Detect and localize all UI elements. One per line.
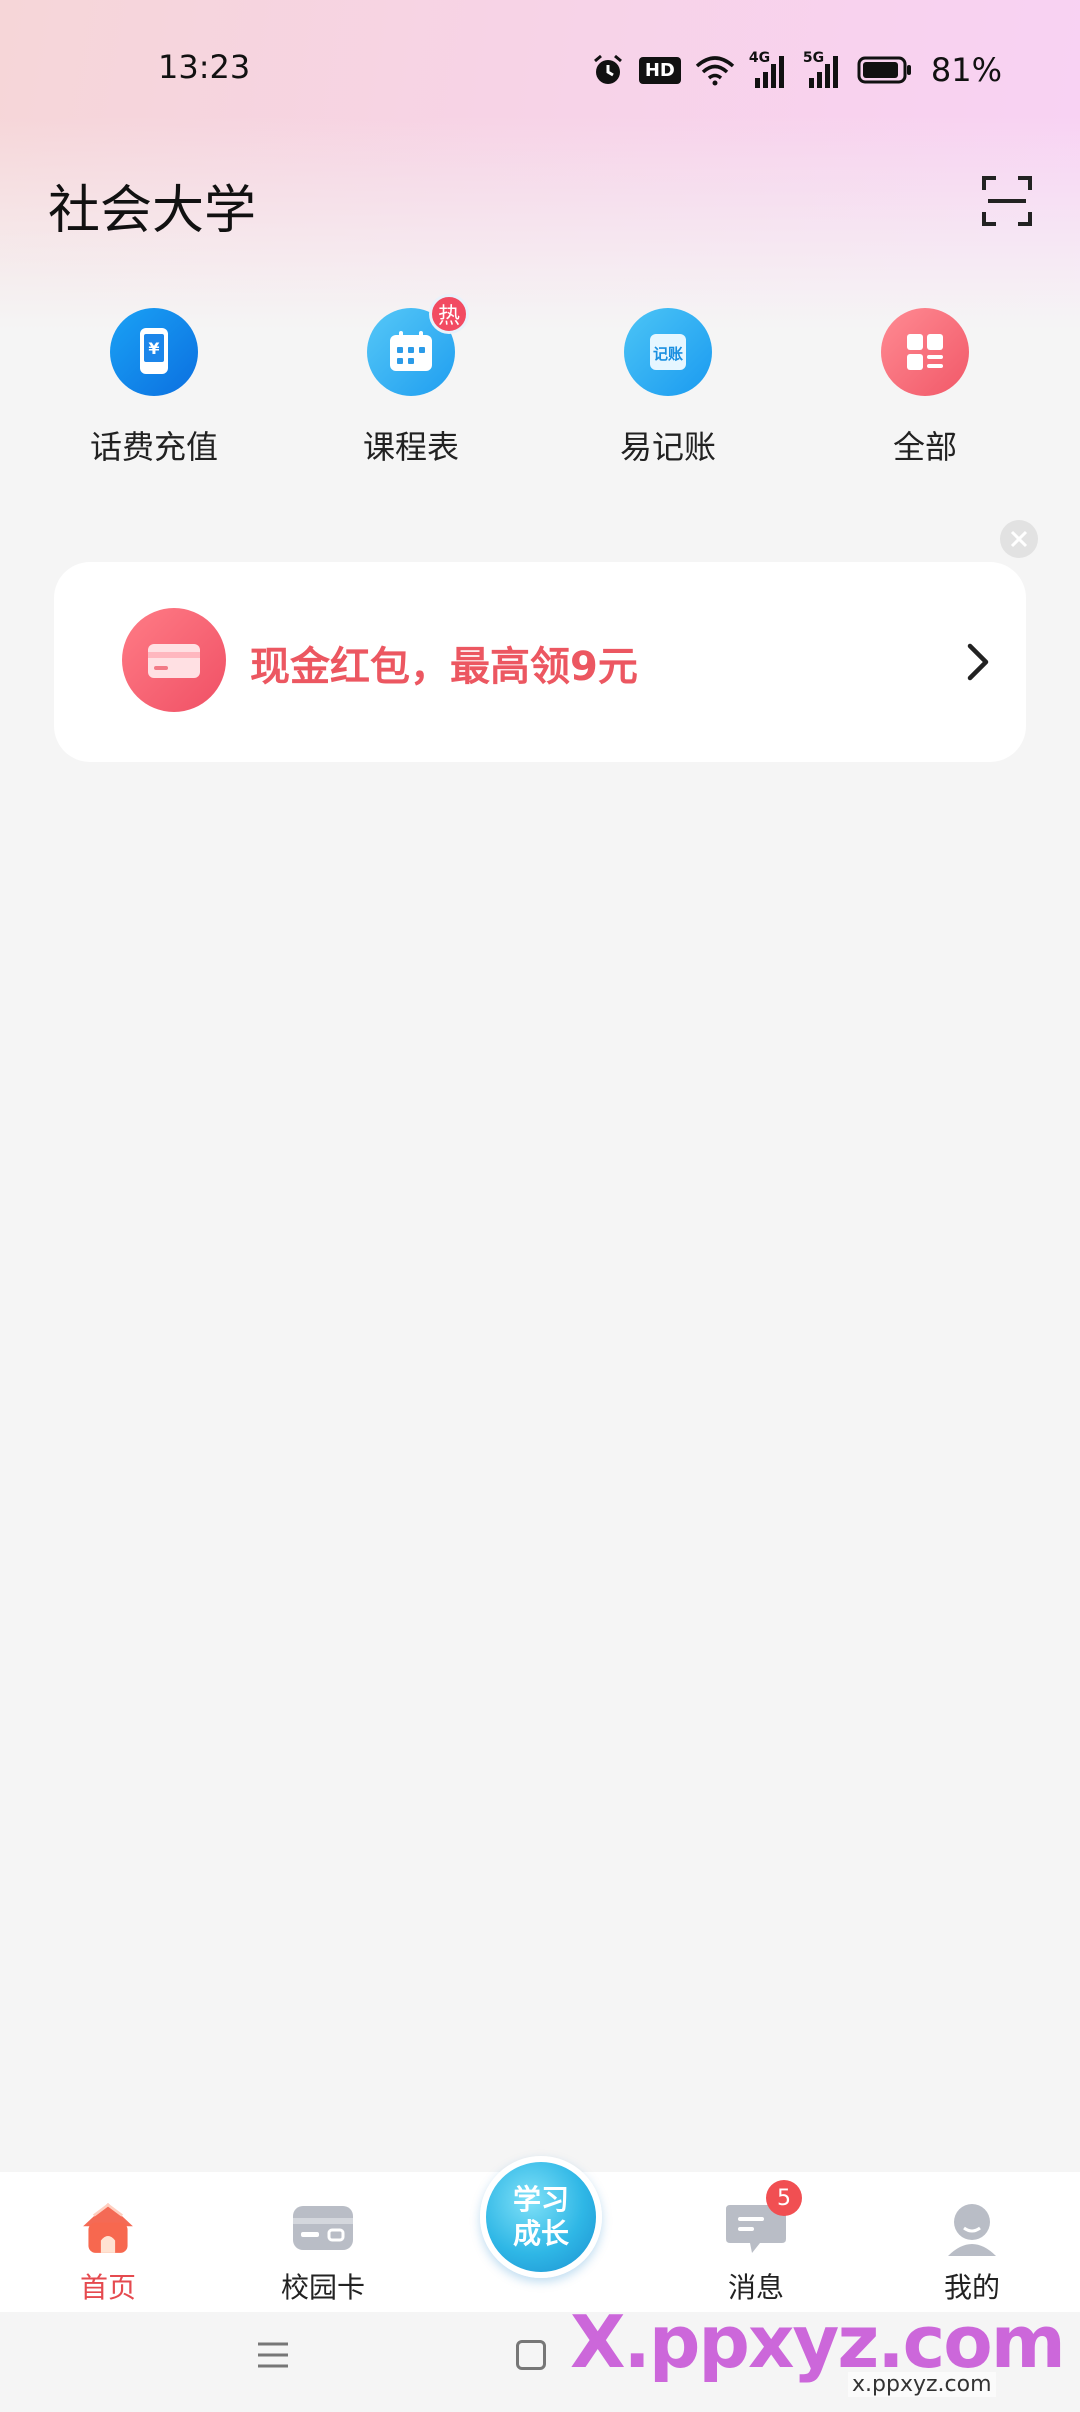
grid-icon xyxy=(881,308,969,396)
watermark-url: x.ppxyz.com xyxy=(848,2372,996,2397)
recent-apps-icon[interactable] xyxy=(256,2340,290,2370)
quick-action-label: 话费充值 xyxy=(89,428,218,466)
banner-text: 现金红包，最高领9元 xyxy=(250,644,638,690)
quick-action-label: 易记账 xyxy=(619,428,716,466)
calendar-icon: 热 xyxy=(367,294,469,396)
message-count-badge: 5 xyxy=(766,2180,802,2216)
phone-recharge-icon: ¥ xyxy=(110,308,198,396)
chevron-right-icon xyxy=(967,643,989,681)
page-title: 社会大学 xyxy=(48,181,257,241)
status-icons: HD 4G 5G 81% xyxy=(591,48,1002,92)
quick-action-label: 课程表 xyxy=(362,428,459,466)
nav-home[interactable]: 首页 xyxy=(28,2172,188,2312)
status-time: 13:23 xyxy=(158,48,251,86)
study-growth-button[interactable]: 学习 成长 xyxy=(480,2156,602,2278)
quick-action-recharge[interactable]: ¥ 话费充值 xyxy=(54,308,254,468)
nav-home-label: 首页 xyxy=(79,2271,136,2304)
cash-red-packet-banner[interactable]: 现金红包，最高领9元 xyxy=(54,562,1026,762)
nav-messages[interactable]: 5 消息 xyxy=(676,2172,836,2312)
quick-actions: ¥ 话费充值 热 课程表 记账 易记账 全部 xyxy=(0,294,1080,468)
signal-5g-icon: 5G xyxy=(803,50,843,90)
home-system-icon[interactable] xyxy=(516,2340,546,2370)
study-growth-line1: 学习 xyxy=(512,2183,569,2216)
battery-icon xyxy=(857,56,911,84)
hd-icon: HD xyxy=(638,56,681,84)
message-icon: 5 xyxy=(724,2180,802,2260)
quick-action-schedule[interactable]: 热 课程表 xyxy=(311,294,511,468)
red-packet-card-icon xyxy=(122,608,226,712)
hot-badge: 热 xyxy=(429,294,469,334)
wifi-icon xyxy=(695,56,735,86)
campus-card-icon xyxy=(291,2196,355,2260)
scan-icon[interactable] xyxy=(982,176,1032,226)
quick-action-ledger[interactable]: 记账 易记账 xyxy=(568,308,768,468)
status-bar: 13:23 HD 4G 5G 81% xyxy=(0,0,1080,140)
study-growth-line2: 成长 xyxy=(512,2217,569,2250)
nav-campus-card-label: 校园卡 xyxy=(280,2271,365,2304)
quick-action-all[interactable]: 全部 xyxy=(825,308,1025,468)
signal-4g-icon: 4G xyxy=(749,50,789,90)
ledger-icon: 记账 xyxy=(624,308,712,396)
quick-action-label: 全部 xyxy=(892,428,957,466)
svg-text:¥: ¥ xyxy=(148,339,159,358)
alarm-icon xyxy=(593,54,622,84)
banner-close-button[interactable] xyxy=(1000,520,1038,558)
close-icon xyxy=(1010,530,1028,548)
svg-text:记账: 记账 xyxy=(653,345,683,363)
battery-percentage: 81% xyxy=(930,51,1002,89)
profile-icon xyxy=(940,2196,1004,2260)
nav-mine[interactable]: 我的 xyxy=(892,2172,1052,2312)
home-icon xyxy=(76,2196,140,2260)
nav-campus-card[interactable]: 校园卡 xyxy=(243,2172,403,2312)
